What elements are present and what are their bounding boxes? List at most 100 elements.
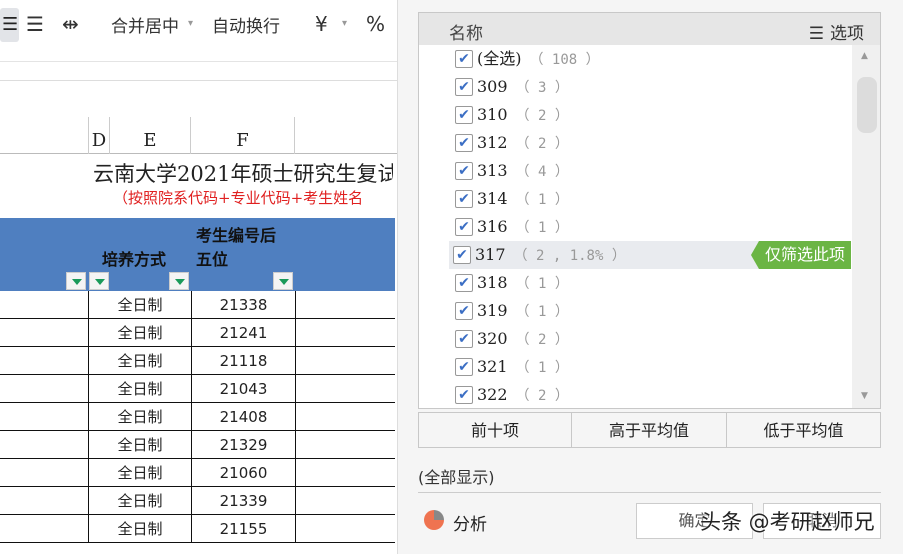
training-mode-cell[interactable]: 全日制 (88, 375, 191, 403)
filter-item-count: （ 1 ） (515, 276, 569, 292)
checkbox-checked-icon[interactable]: ✔ (455, 386, 473, 404)
filter-item-label: 319 (477, 301, 508, 320)
merge-center-button[interactable]: 合并居中 (111, 12, 179, 37)
filter-item[interactable]: ✔ 314 （ 1 ） (451, 185, 851, 213)
table-cell[interactable] (295, 515, 395, 543)
table-cell[interactable] (295, 347, 395, 375)
indent-icon-button[interactable]: ⇹ (62, 12, 79, 36)
training-mode-cell[interactable]: 全日制 (88, 291, 191, 319)
table-cell[interactable] (295, 459, 395, 487)
training-mode-cell[interactable]: 全日制 (88, 347, 191, 375)
column-header-d[interactable]: D (88, 117, 110, 154)
training-mode-cell[interactable]: 全日制 (88, 459, 191, 487)
exam-id-cell[interactable]: 21338 (191, 291, 295, 319)
training-mode-cell[interactable]: 全日制 (88, 403, 191, 431)
filter-item[interactable]: ✔ 321 （ 1 ） (451, 353, 851, 381)
filter-item-count: （ 2 ） (515, 332, 569, 348)
exam-id-cell[interactable]: 21043 (191, 375, 295, 403)
filter-item[interactable]: ✔ 319 （ 1 ） (451, 297, 851, 325)
column-header-e[interactable]: E (110, 117, 191, 154)
training-mode-header: 培养方式 (102, 250, 167, 269)
exam-id-cell[interactable]: 21118 (191, 347, 295, 375)
filter-dropdown-e[interactable] (169, 272, 189, 290)
table-cell[interactable] (295, 375, 395, 403)
filter-item[interactable]: ✔ 310 （ 2 ） (451, 101, 851, 129)
checkbox-checked-icon[interactable]: ✔ (455, 106, 473, 124)
table-cell[interactable] (295, 403, 395, 431)
wrap-text-button[interactable]: 自动换行 (212, 12, 280, 37)
checkbox-checked-icon[interactable]: ✔ (455, 358, 473, 376)
filter-item[interactable]: ✔ 309 （ 3 ） (451, 73, 851, 101)
below-average-button[interactable]: 低于平均值 (726, 412, 881, 448)
training-mode-cell[interactable]: 全日制 (88, 319, 191, 347)
filter-item[interactable]: ✔ 316 （ 1 ） (451, 213, 851, 241)
scroll-up-icon[interactable]: ▲ (861, 51, 868, 61)
filter-item[interactable]: ✔ 312 （ 2 ） (451, 129, 851, 157)
align-icon: ☰ (2, 14, 19, 35)
percent-button[interactable]: % (366, 12, 385, 36)
filter-item-label: 318 (477, 273, 508, 292)
scrollbar-thumb[interactable] (857, 77, 877, 133)
checkbox-checked-icon[interactable]: ✔ (455, 218, 473, 236)
checkbox-checked-icon[interactable]: ✔ (455, 190, 473, 208)
analyze-button[interactable]: 分析 (453, 510, 487, 535)
filter-item[interactable]: ✔ 318 （ 1 ） (451, 269, 851, 297)
table-row: 全日制 21043 (0, 375, 395, 403)
filter-only-this-button[interactable]: 仅筛选此项 (750, 241, 851, 269)
exam-id-cell[interactable]: 21060 (191, 459, 295, 487)
table-cell[interactable] (295, 319, 395, 347)
exam-id-cell[interactable]: 21155 (191, 515, 295, 543)
formula-bar[interactable] (0, 80, 397, 118)
filter-item-label: 316 (477, 217, 508, 236)
filter-item-label: 322 (477, 385, 508, 404)
exam-id-cell[interactable]: 21339 (191, 487, 295, 515)
filter-dropdown-f[interactable] (273, 272, 293, 290)
checkbox-checked-icon[interactable]: ✔ (455, 274, 473, 292)
filter-list: 名称 ☰ 选项 ✔ (全选) （ 108 ） ✔ 309 （ 3 ） ✔ 310 （ 2 ） ✔ 31… (418, 12, 881, 409)
checkbox-checked-icon[interactable]: ✔ (455, 50, 473, 68)
exam-id-cell[interactable]: 21408 (191, 403, 295, 431)
checkbox-checked-icon[interactable]: ✔ (455, 162, 473, 180)
filter-item-count: （ 108 ） (529, 52, 600, 68)
table-row: 全日制 21118 (0, 347, 395, 375)
distributed-align-button[interactable]: ☰ (26, 12, 44, 36)
filter-item-label: 312 (477, 133, 508, 152)
filter-item-count: （ 2 , 1.8% ） (513, 248, 626, 264)
column-header-f[interactable]: F (191, 117, 295, 154)
training-mode-cell[interactable]: 全日制 (88, 431, 191, 459)
exam-id-cell[interactable]: 21329 (191, 431, 295, 459)
filter-item-count: （ 1 ） (515, 304, 569, 320)
checkbox-checked-icon[interactable]: ✔ (455, 78, 473, 96)
training-mode-cell[interactable]: 全日制 (88, 487, 191, 515)
exam-id-cell[interactable]: 21241 (191, 319, 295, 347)
chevron-down-icon[interactable]: ▾ (342, 18, 347, 29)
pie-chart-icon (424, 510, 444, 530)
table-cell[interactable] (295, 291, 395, 319)
filter-item[interactable]: ✔ 317 （ 2 , 1.8% ） 仅筛选此项 (449, 241, 851, 269)
ribbon-toolbar: ☰ ☰ ⇹ 合并居中 ▾ 自动换行 ¥ ▾ % (0, 0, 397, 62)
currency-button[interactable]: ¥ (315, 12, 328, 36)
filter-item[interactable]: ✔ (全选) （ 108 ） (451, 45, 851, 73)
checkbox-checked-icon[interactable]: ✔ (453, 246, 471, 264)
filter-item[interactable]: ✔ 313 （ 4 ） (451, 157, 851, 185)
filter-item[interactable]: ✔ 322 （ 2 ） (451, 381, 851, 408)
checkbox-checked-icon[interactable]: ✔ (455, 330, 473, 348)
filter-dropdown-c[interactable] (66, 272, 86, 290)
top10-button[interactable]: 前十项 (418, 412, 572, 448)
checkbox-checked-icon[interactable]: ✔ (455, 302, 473, 320)
options-button[interactable]: ☰ 选项 (809, 19, 864, 44)
above-average-button[interactable]: 高于平均值 (571, 412, 727, 448)
show-all-label[interactable]: (全部显示) (418, 464, 495, 488)
filter-item[interactable]: ✔ 320 （ 2 ） (451, 325, 851, 353)
filter-item-count: （ 1 ） (515, 220, 569, 236)
checkbox-checked-icon[interactable]: ✔ (455, 134, 473, 152)
training-mode-cell[interactable]: 全日制 (88, 515, 191, 543)
table-cell[interactable] (295, 431, 395, 459)
chevron-down-icon[interactable]: ▾ (188, 18, 193, 29)
scroll-down-icon[interactable]: ▼ (861, 391, 868, 401)
name-column-label: 名称 (449, 24, 483, 44)
table-cell[interactable] (295, 487, 395, 515)
filter-dropdown-d[interactable] (89, 272, 109, 290)
align-justify-button[interactable]: ☰ (0, 8, 19, 42)
scrollbar[interactable]: ▲ ▼ (852, 45, 880, 408)
